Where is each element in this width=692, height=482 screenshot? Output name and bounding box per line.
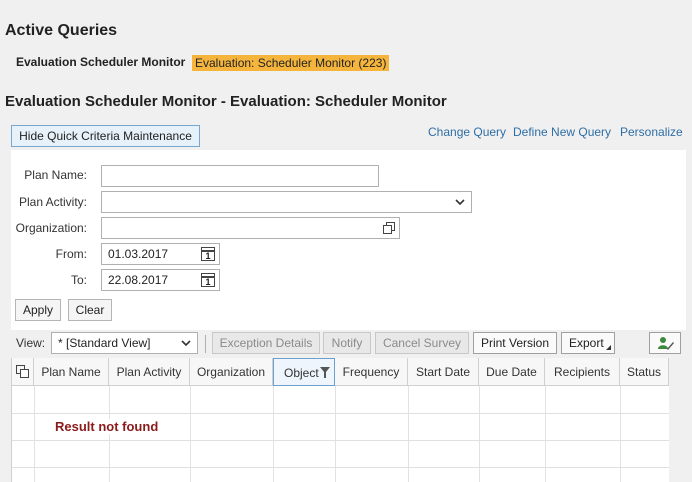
table-settings-header[interactable] bbox=[12, 358, 34, 386]
settings-person-icon bbox=[658, 337, 674, 350]
table-row bbox=[12, 386, 669, 414]
column-header[interactable]: Recipients bbox=[545, 358, 620, 386]
cancel-survey-button[interactable]: Cancel Survey bbox=[375, 332, 469, 354]
calendar-icon[interactable]: 1 bbox=[201, 247, 215, 261]
table-row bbox=[12, 467, 669, 482]
filter-icon bbox=[320, 367, 330, 378]
from-label: From: bbox=[55, 247, 87, 261]
table-toolbar: View: * [Standard View] Exception Detail… bbox=[11, 330, 686, 356]
settings-person-button[interactable] bbox=[649, 332, 681, 354]
value-help-icon[interactable] bbox=[383, 222, 395, 234]
section-title: Evaluation Scheduler Monitor - Evaluatio… bbox=[5, 93, 447, 110]
column-header[interactable]: Plan Name bbox=[34, 358, 109, 386]
criteria-panel: Plan Name: Plan Activity: Organization: … bbox=[11, 150, 686, 330]
plan-name-input[interactable] bbox=[101, 165, 379, 187]
column-header[interactable]: Frequency bbox=[335, 358, 408, 386]
exception-details-button[interactable]: Exception Details bbox=[212, 332, 320, 354]
notify-button[interactable]: Notify bbox=[323, 332, 371, 354]
calendar-icon[interactable]: 1 bbox=[201, 273, 215, 287]
view-select[interactable]: * [Standard View] bbox=[51, 332, 198, 354]
view-label: View: bbox=[16, 336, 46, 350]
organization-label: Organization: bbox=[15, 221, 87, 235]
export-button[interactable]: Export bbox=[561, 332, 615, 354]
plan-name-label: Plan Name: bbox=[24, 168, 87, 182]
dropdown-corner-icon bbox=[606, 345, 611, 350]
change-query-link[interactable]: Change Query bbox=[428, 125, 506, 139]
to-date-input[interactable]: 22.08.2017 1 bbox=[101, 269, 220, 291]
personalize-link[interactable]: Personalize bbox=[620, 125, 683, 139]
define-new-query-link[interactable]: Define New Query bbox=[513, 125, 611, 139]
from-date-input[interactable]: 01.03.2017 1 bbox=[101, 243, 220, 265]
column-header[interactable]: Start Date bbox=[408, 358, 479, 386]
empty-result-message: Result not found bbox=[53, 419, 161, 434]
column-header[interactable]: Plan Activity bbox=[109, 358, 190, 386]
table-row: Result not found bbox=[12, 413, 669, 441]
print-version-button[interactable]: Print Version bbox=[473, 332, 557, 354]
to-label: To: bbox=[70, 273, 87, 287]
page-title: Active Queries bbox=[5, 22, 118, 39]
table-settings-icon bbox=[16, 365, 29, 378]
query-links: Change Query Define New Query Personaliz… bbox=[0, 125, 692, 139]
column-header[interactable]: Organization bbox=[190, 358, 273, 386]
plan-activity-select[interactable] bbox=[101, 191, 472, 213]
column-header-object[interactable]: Object bbox=[273, 358, 335, 386]
active-query-tag[interactable]: Evaluation: Scheduler Monitor (223) bbox=[192, 55, 390, 71]
column-header[interactable]: Due Date bbox=[479, 358, 545, 386]
chevron-down-icon bbox=[455, 199, 465, 206]
apply-button[interactable]: Apply bbox=[15, 299, 61, 321]
chevron-down-icon bbox=[181, 340, 191, 347]
query-list-label: Evaluation Scheduler Monitor bbox=[16, 55, 186, 69]
organization-input[interactable] bbox=[101, 217, 400, 239]
column-header[interactable]: Status bbox=[620, 358, 669, 386]
results-table: Plan Name Plan Activity Organization Obj… bbox=[11, 358, 669, 482]
plan-activity-label: Plan Activity: bbox=[18, 195, 87, 209]
clear-button[interactable]: Clear bbox=[68, 299, 112, 321]
toolbar-divider bbox=[205, 335, 206, 353]
table-row bbox=[12, 440, 669, 468]
